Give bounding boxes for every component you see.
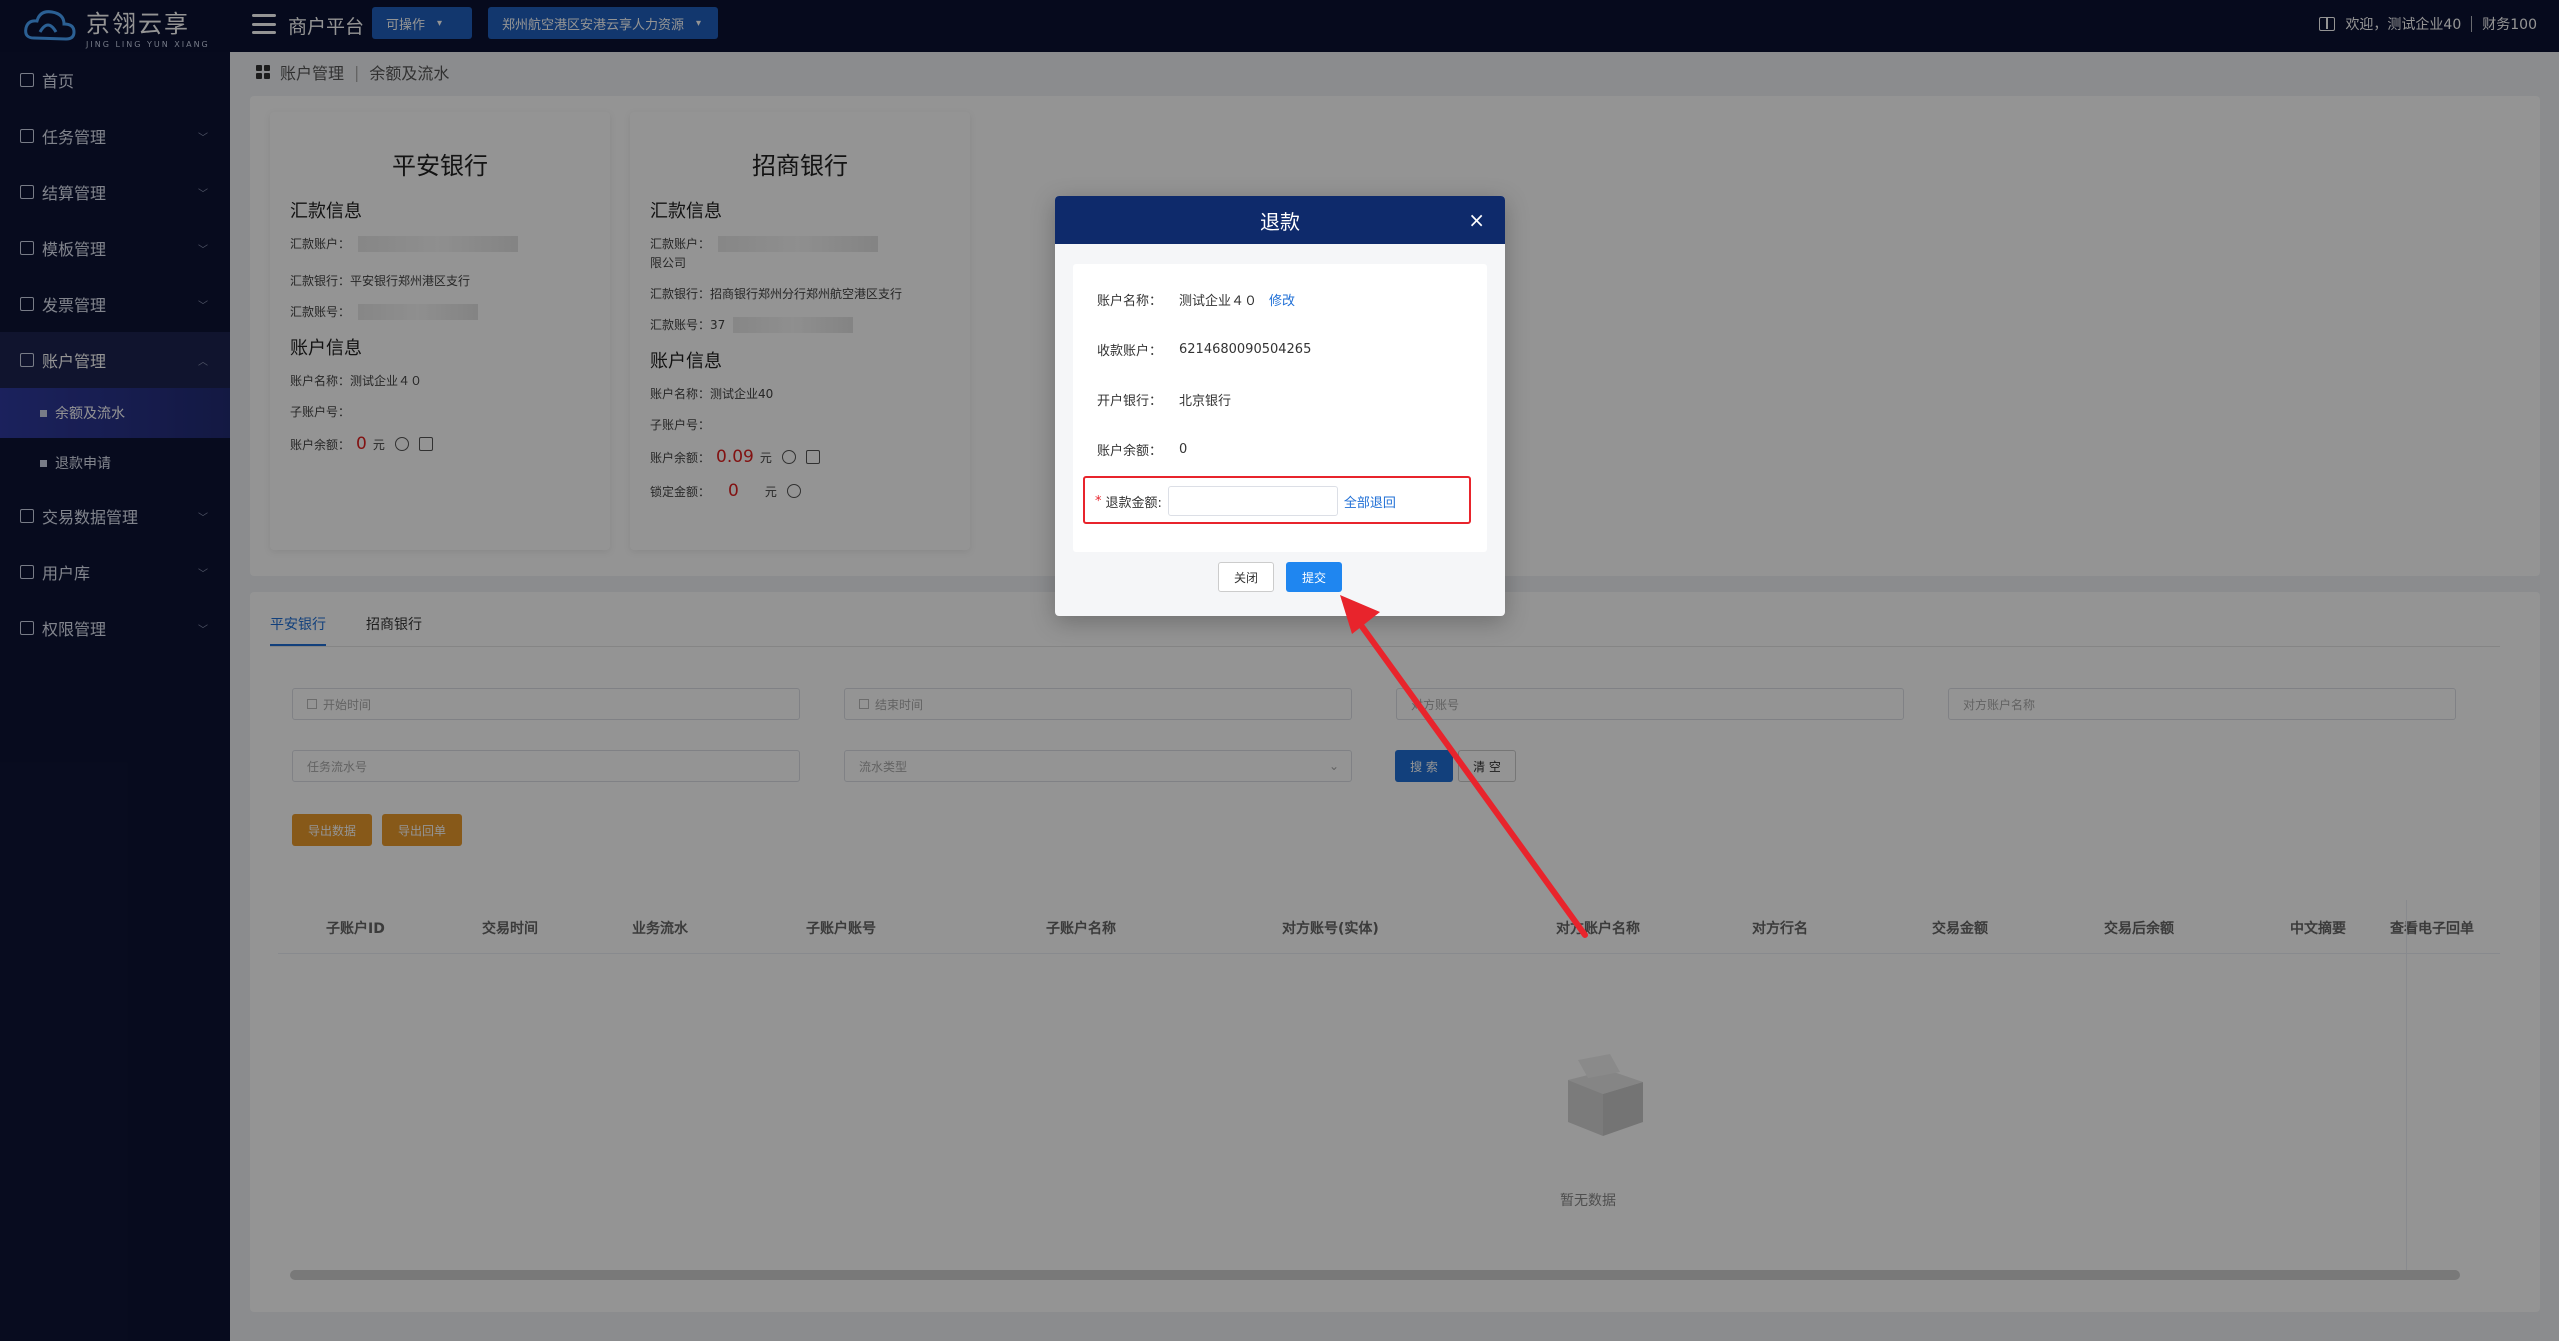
edit-link[interactable]: 修改 [1269, 290, 1295, 309]
annotation-arrow-icon [1340, 595, 1588, 938]
account-name-label: 账户名称： [1097, 294, 1163, 309]
balance-label: 账户余额： [1097, 444, 1163, 459]
refund-all-link[interactable]: 全部退回 [1344, 492, 1396, 511]
account-name-value: 测试企业４０ [1179, 294, 1258, 309]
submit-button[interactable]: 提交 [1286, 562, 1342, 592]
modal-header: 退款 × [1055, 196, 1505, 244]
bank-label: 开户银行： [1097, 394, 1163, 409]
required-mark: * [1095, 493, 1102, 509]
close-icon[interactable]: × [1468, 208, 1485, 232]
modal-body: 账户名称： 测试企业４０ 修改 收款账户： 6214680090504265 开户银行… [1073, 264, 1487, 552]
modal-title: 退款 [1260, 209, 1300, 234]
close-button[interactable]: 关闭 [1218, 562, 1274, 592]
receive-account-value: 6214680090504265 [1179, 342, 1312, 357]
receive-account-label: 收款账户： [1097, 344, 1163, 359]
balance-value: 0 [1179, 442, 1188, 457]
refund-amount-input[interactable] [1167, 486, 1338, 516]
bank-value: 北京银行 [1179, 394, 1232, 409]
refund-modal: 退款 × 账户名称： 测试企业４０ 修改 收款账户： 6214680090504265… [1055, 196, 1505, 616]
refund-amount-label: 退款金额: [1105, 495, 1162, 511]
